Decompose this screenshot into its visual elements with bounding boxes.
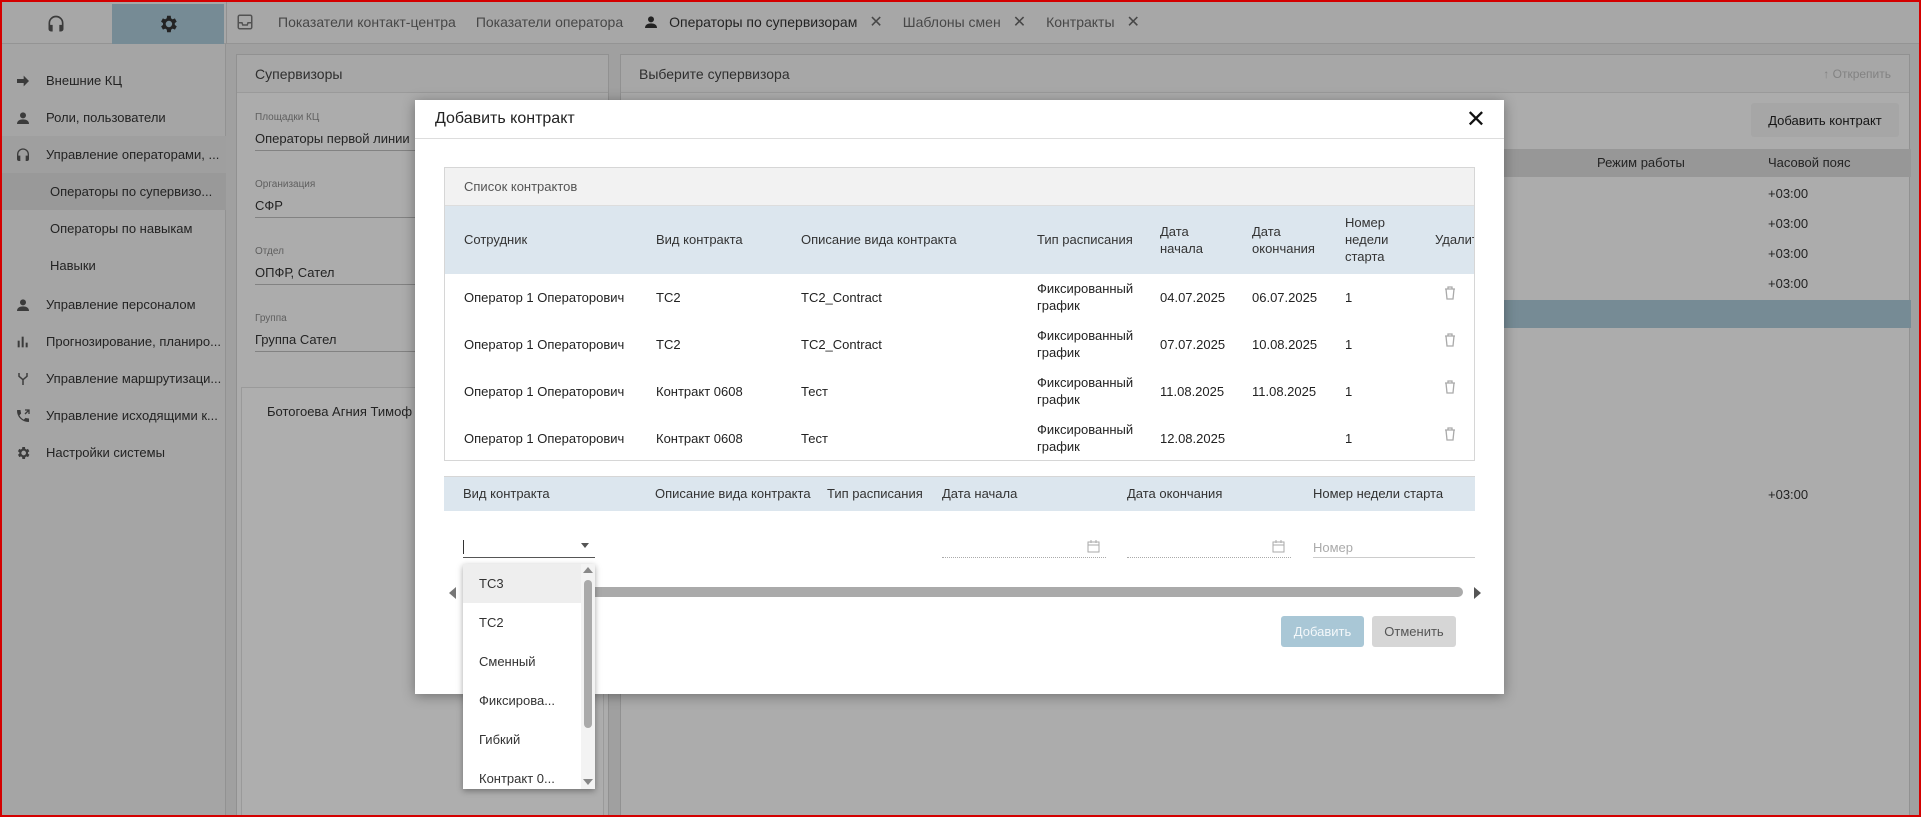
employee-cell: Оператор 1 Операторович: [464, 337, 625, 352]
column-header: Тип расписания: [827, 486, 923, 501]
column-header: Вид контракта: [656, 232, 743, 247]
column-header: Дата окончания: [1127, 486, 1223, 501]
trash-icon[interactable]: [1444, 380, 1456, 394]
trash-icon[interactable]: [1444, 333, 1456, 347]
week-cell: 1: [1345, 290, 1353, 305]
scroll-up-icon[interactable]: [583, 567, 593, 573]
dropdown-option[interactable]: Сменный: [463, 642, 581, 681]
week-cell: 1: [1345, 337, 1353, 352]
column-header: Описание вида контракта: [801, 232, 957, 247]
add-button[interactable]: Добавить: [1281, 616, 1364, 647]
calendar-icon[interactable]: [1272, 540, 1285, 553]
button-label: Отменить: [1384, 624, 1444, 639]
desc-cell: Тест: [801, 431, 828, 446]
column-header: Вид контракта: [463, 486, 550, 501]
placeholder-text: Номер: [1313, 540, 1354, 555]
close-icon[interactable]: ✕: [1466, 108, 1486, 132]
option-label: Контракт 0...: [479, 771, 555, 786]
column-header: Сотрудник: [464, 232, 528, 247]
employee-cell: Оператор 1 Операторович: [464, 431, 625, 446]
scroll-thumb[interactable]: [463, 587, 1463, 597]
contract-type-dropdown: ТС3 ТС2 Сменный Фиксирова... Гибкий Конт…: [463, 564, 595, 789]
scroll-thumb[interactable]: [584, 580, 592, 728]
column-header: Дата окончания: [1252, 224, 1315, 256]
type-cell: ТС2: [656, 337, 681, 352]
week-cell: 1: [1345, 431, 1353, 446]
start-cell: 07.07.2025: [1160, 337, 1226, 352]
contracts-list: Список контрактов Сотрудник Вид контракт…: [444, 167, 1475, 461]
column-header: Номер недели старта: [1313, 486, 1444, 501]
option-label: Фиксирова...: [479, 693, 556, 708]
text-cursor: [463, 540, 464, 554]
option-label: Гибкий: [479, 732, 521, 747]
desc-cell: ТС2_Contract: [801, 290, 882, 305]
week-cell: 1: [1345, 384, 1353, 399]
table-row: Оператор 1 Операторович ТС2 ТС2_Contract…: [445, 321, 1474, 368]
start-cell: 12.08.2025: [1160, 431, 1226, 446]
contract-type-select[interactable]: [463, 538, 595, 558]
column-header: Удалить: [1435, 232, 1474, 247]
end-date-input[interactable]: [1127, 538, 1291, 558]
type-cell: Контракт 0608: [656, 384, 743, 399]
table-row: Оператор 1 Операторович ТС2 ТС2_Contract…: [445, 274, 1474, 321]
column-header: Номер недели старта: [1345, 215, 1389, 264]
dropdown-option[interactable]: Гибкий: [463, 720, 581, 759]
option-label: ТС3: [479, 576, 504, 591]
schedule-cell: Фиксированный график: [1037, 375, 1134, 407]
column-header: Дата начала: [942, 486, 1018, 501]
employee-cell: Оператор 1 Операторович: [464, 290, 625, 305]
schedule-cell: Фиксированный график: [1037, 328, 1134, 360]
dropdown-scrollbar[interactable]: [581, 564, 595, 789]
end-cell: 11.08.2025: [1252, 384, 1317, 399]
trash-icon[interactable]: [1444, 286, 1456, 300]
employee-cell: Оператор 1 Операторович: [464, 384, 625, 399]
dropdown-option[interactable]: ТС3: [463, 564, 581, 603]
horizontal-scrollbar[interactable]: [449, 585, 1481, 599]
dropdown-option[interactable]: Фиксирова...: [463, 681, 581, 720]
end-cell: 06.07.2025: [1252, 290, 1318, 305]
dropdown-option[interactable]: ТС2: [463, 603, 581, 642]
scroll-down-icon[interactable]: [583, 779, 593, 785]
dialog-title: Добавить контракт: [435, 110, 575, 127]
option-label: ТС2: [479, 615, 504, 630]
desc-cell: Тест: [801, 384, 828, 399]
column-header: Дата начала: [1160, 224, 1203, 256]
type-cell: ТС2: [656, 290, 681, 305]
desc-cell: ТС2_Contract: [801, 337, 882, 352]
start-date-input[interactable]: [942, 538, 1106, 558]
option-label: Сменный: [479, 654, 536, 669]
contracts-table-header: Сотрудник Вид контракта Описание вида ко…: [445, 206, 1474, 274]
schedule-cell: Фиксированный график: [1037, 422, 1134, 454]
column-header: Тип расписания: [1037, 232, 1133, 247]
column-header: Описание вида контракта: [655, 486, 811, 501]
cancel-button[interactable]: Отменить: [1372, 616, 1456, 647]
caret-down-icon: [581, 543, 589, 548]
list-caption: Список контрактов: [464, 179, 578, 194]
schedule-cell: Фиксированный график: [1037, 281, 1134, 313]
end-cell: 10.08.2025: [1252, 337, 1318, 352]
type-cell: Контракт 0608: [656, 431, 743, 446]
table-row: Оператор 1 Операторович Контракт 0608 Те…: [445, 368, 1474, 415]
start-cell: 04.07.2025: [1160, 290, 1226, 305]
scroll-right-icon[interactable]: [1474, 587, 1481, 599]
start-cell: 11.08.2025: [1160, 384, 1225, 399]
new-contract-form: Вид контракта Описание вида контракта Ти…: [444, 476, 1475, 581]
table-row: Оператор 1 Операторович Контракт 0608 Те…: [445, 415, 1474, 460]
scroll-left-icon[interactable]: [449, 587, 456, 599]
dropdown-option[interactable]: Контракт 0...: [463, 759, 581, 789]
trash-icon[interactable]: [1444, 427, 1456, 441]
calendar-icon[interactable]: [1087, 540, 1100, 553]
button-label: Добавить: [1293, 624, 1352, 639]
start-week-input[interactable]: Номер: [1313, 538, 1475, 558]
